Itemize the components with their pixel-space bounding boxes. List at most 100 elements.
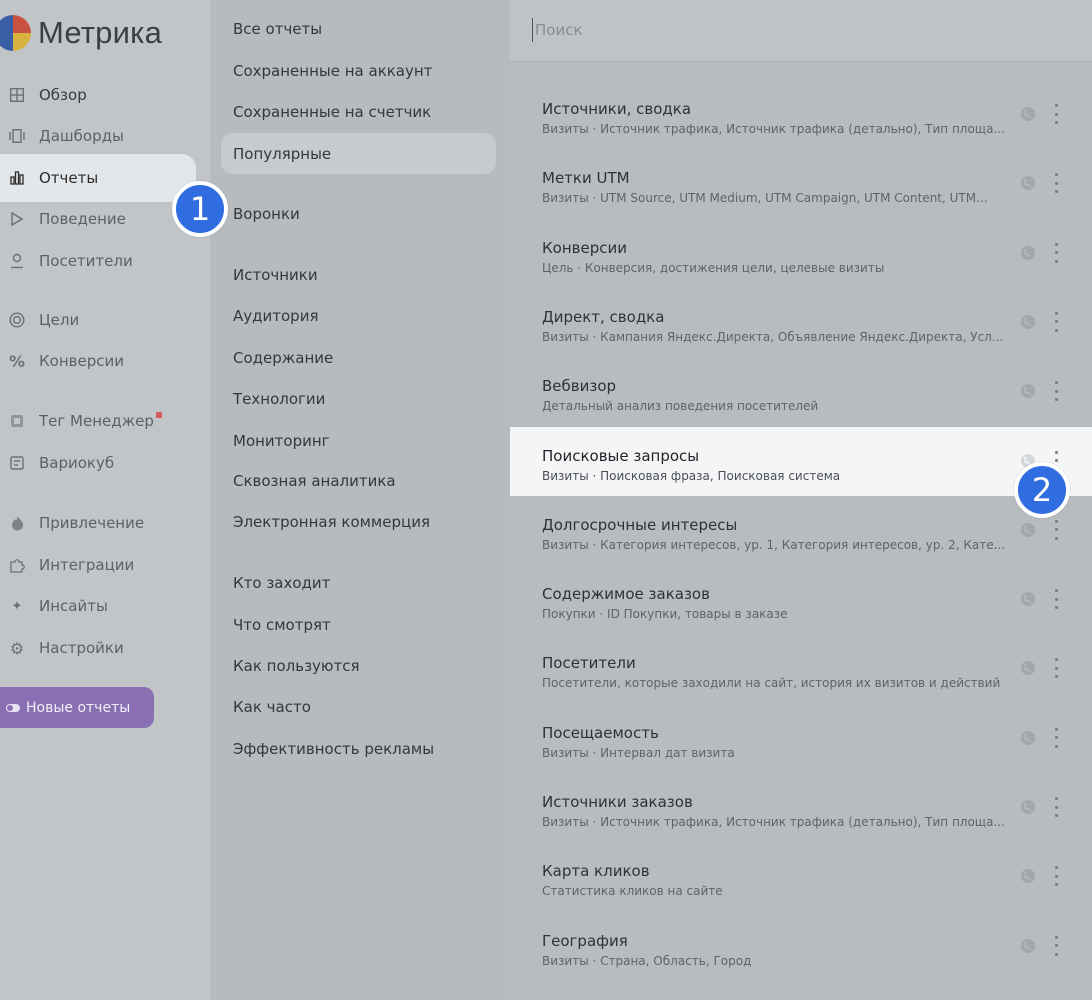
menu-item-what-they-view[interactable]: Что смотрят (233, 616, 331, 634)
more-options-icon[interactable] (1053, 589, 1059, 610)
report-row[interactable]: Источники, сводка Визиты · Источник трафи… (510, 80, 1092, 149)
more-options-icon[interactable] (1053, 797, 1059, 817)
menu-item-end-to-end[interactable]: Сквозная аналитика (233, 472, 396, 490)
report-subtitle: Визиты · UTM Source, UTM Medium, UTM Cam… (542, 191, 988, 206)
globe-icon[interactable] (1020, 106, 1036, 122)
search-input[interactable] (532, 18, 1052, 42)
more-options-icon[interactable] (1053, 935, 1059, 956)
report-row[interactable]: География Визиты · Страна, Область, Город (510, 912, 1092, 981)
report-title[interactable]: Содержимое заказов (542, 585, 710, 603)
globe-icon[interactable] (1020, 730, 1036, 746)
globe-icon[interactable] (1020, 383, 1036, 399)
report-subtitle: Визиты · Кампания Яндекс.Директа, Объявл… (542, 329, 1004, 344)
sidebar-item-tag-manager[interactable]: Тег Менеджер (0, 400, 196, 442)
report-row[interactable]: Посещаемость Визиты · Интервал дат визита (510, 704, 1092, 773)
logo[interactable]: Метрика (0, 14, 162, 52)
sidebar-item-dashboards[interactable]: Дашборды (0, 115, 196, 157)
sidebar-item-overview[interactable]: Обзор (0, 74, 196, 116)
report-subtitle: Цель · Конверсия, достижения цели, целев… (542, 260, 885, 275)
globe-icon[interactable] (1020, 522, 1036, 538)
menu-item-funnels[interactable]: Воронки (233, 205, 300, 223)
more-options-icon[interactable] (1053, 658, 1059, 679)
report-row[interactable]: Источники заказов Визиты · Источник трафи… (510, 773, 1092, 842)
sidebar-item-variocube[interactable]: Вариокуб (0, 442, 196, 484)
globe-icon[interactable] (1020, 868, 1036, 884)
reports-icon (8, 169, 26, 187)
report-row[interactable]: Посетители Посетители, которые заходили н… (510, 634, 1092, 703)
sidebar-item-acquisition[interactable]: Привлечение (0, 502, 196, 544)
report-row[interactable]: Метки UTM Визиты · UTM Source, UTM Medium… (510, 149, 1092, 218)
globe-icon[interactable] (1020, 314, 1036, 330)
tag-manager-icon (8, 412, 26, 430)
menu-item-sources[interactable]: Источники (233, 266, 318, 284)
sidebar-item-reports[interactable]: Отчеты (0, 154, 196, 202)
menu-item-who-visits[interactable]: Кто заходит (233, 574, 330, 592)
report-title[interactable]: Карта кликов (542, 862, 650, 880)
menu-item-ecommerce[interactable]: Электронная коммерция (233, 513, 430, 531)
report-title[interactable]: Посетители (542, 654, 636, 672)
report-subtitle: Визиты · Поисковая фраза, Поисковая сист… (542, 468, 841, 483)
report-row[interactable]: Конверсии Цель · Конверсия, достижения це… (510, 219, 1092, 288)
menu-item-saved-account[interactable]: Сохраненные на аккаунт (233, 62, 432, 80)
more-options-icon[interactable] (1053, 104, 1059, 124)
new-reports-button[interactable]: Новые отчеты (0, 687, 154, 728)
globe-icon[interactable] (1020, 938, 1036, 954)
menu-item-monitoring[interactable]: Мониторинг (233, 432, 330, 450)
more-options-icon[interactable] (1053, 866, 1059, 887)
report-title[interactable]: Вебвизор (542, 377, 616, 395)
menu-item-all-reports[interactable]: Все отчеты (233, 20, 322, 38)
report-subtitle: Визиты · Интервал дат визита (542, 745, 735, 760)
more-options-icon[interactable] (1053, 173, 1059, 194)
variocube-icon (8, 454, 26, 472)
report-row[interactable]: Вебвизор Детальный анализ поведения посет… (510, 357, 1092, 426)
more-options-icon[interactable] (1053, 242, 1059, 263)
more-options-icon[interactable] (1053, 381, 1059, 402)
reports-menu-list: Все отчеты Сохраненные на аккаунт Сохран… (210, 0, 510, 1000)
sidebar-item-conversions[interactable]: % Конверсии (0, 340, 196, 382)
report-subtitle: Визиты · Страна, Область, Город (542, 953, 752, 968)
menu-item-technologies[interactable]: Технологии (233, 390, 325, 408)
report-title[interactable]: Директ, сводка (542, 308, 664, 326)
report-title[interactable]: Источники, сводка (542, 100, 691, 118)
menu-item-how-they-use[interactable]: Как пользуются (233, 657, 360, 675)
report-title[interactable]: Метки UTM (542, 169, 630, 187)
sidebar-item-settings[interactable]: ⚙ Настройки (0, 627, 196, 669)
sidebar-item-goals[interactable]: Цели (0, 299, 196, 341)
report-title[interactable]: Долгосрочные интересы (542, 516, 737, 534)
globe-icon[interactable] (1020, 175, 1036, 191)
report-row[interactable]: Долгосрочные интересы Визиты · Категория … (510, 496, 1092, 565)
menu-item-audience[interactable]: Аудитория (233, 307, 318, 325)
sidebar-item-insights[interactable]: ✦ Инсайты (0, 585, 196, 627)
report-title[interactable]: Конверсии (542, 239, 627, 257)
menu-item-content[interactable]: Содержание (233, 349, 333, 367)
gear-icon: ⚙ (9, 638, 25, 658)
sidebar-item-behavior[interactable]: Поведение (0, 198, 196, 240)
notification-badge (155, 412, 162, 418)
report-row[interactable]: Содержимое заказов Покупки · ID Покупки, … (510, 565, 1092, 634)
menu-item-saved-counter[interactable]: Сохраненные на счетчик (233, 103, 431, 121)
globe-icon[interactable] (1020, 660, 1036, 676)
flame-icon (8, 514, 26, 532)
sidebar-item-visitors[interactable]: Посетители (0, 240, 196, 282)
report-row[interactable]: Поисковые запросы Визиты · Поисковая фраз… (510, 426, 1092, 496)
menu-item-ad-efficiency[interactable]: Эффективность рекламы (233, 740, 434, 758)
report-title[interactable]: Поисковые запросы (542, 447, 699, 465)
globe-icon[interactable] (1020, 245, 1036, 261)
report-row[interactable]: Карта кликов Статистика кликов на сайте (510, 842, 1092, 911)
report-subtitle: Посетители, которые заходили на сайт, ис… (542, 676, 1001, 691)
sidebar-item-integrations[interactable]: Интеграции (0, 544, 196, 586)
more-options-icon[interactable] (1053, 727, 1059, 748)
menu-item-how-often[interactable]: Как часто (233, 698, 311, 716)
play-icon (8, 210, 26, 228)
report-subtitle: Статистика кликов на сайте (542, 884, 723, 899)
report-title[interactable]: География (542, 932, 628, 950)
dashboard-icon (8, 127, 26, 145)
more-options-icon[interactable] (1053, 311, 1059, 332)
globe-icon[interactable] (1020, 591, 1036, 607)
more-options-icon[interactable] (1053, 519, 1059, 540)
report-title[interactable]: Посещаемость (542, 724, 659, 742)
report-title[interactable]: Источники заказов (542, 793, 693, 811)
menu-item-popular[interactable]: Популярные (233, 145, 331, 163)
globe-icon[interactable] (1020, 799, 1036, 815)
report-row[interactable]: Директ, сводка Визиты · Кампания Яндекс.Д… (510, 288, 1092, 357)
